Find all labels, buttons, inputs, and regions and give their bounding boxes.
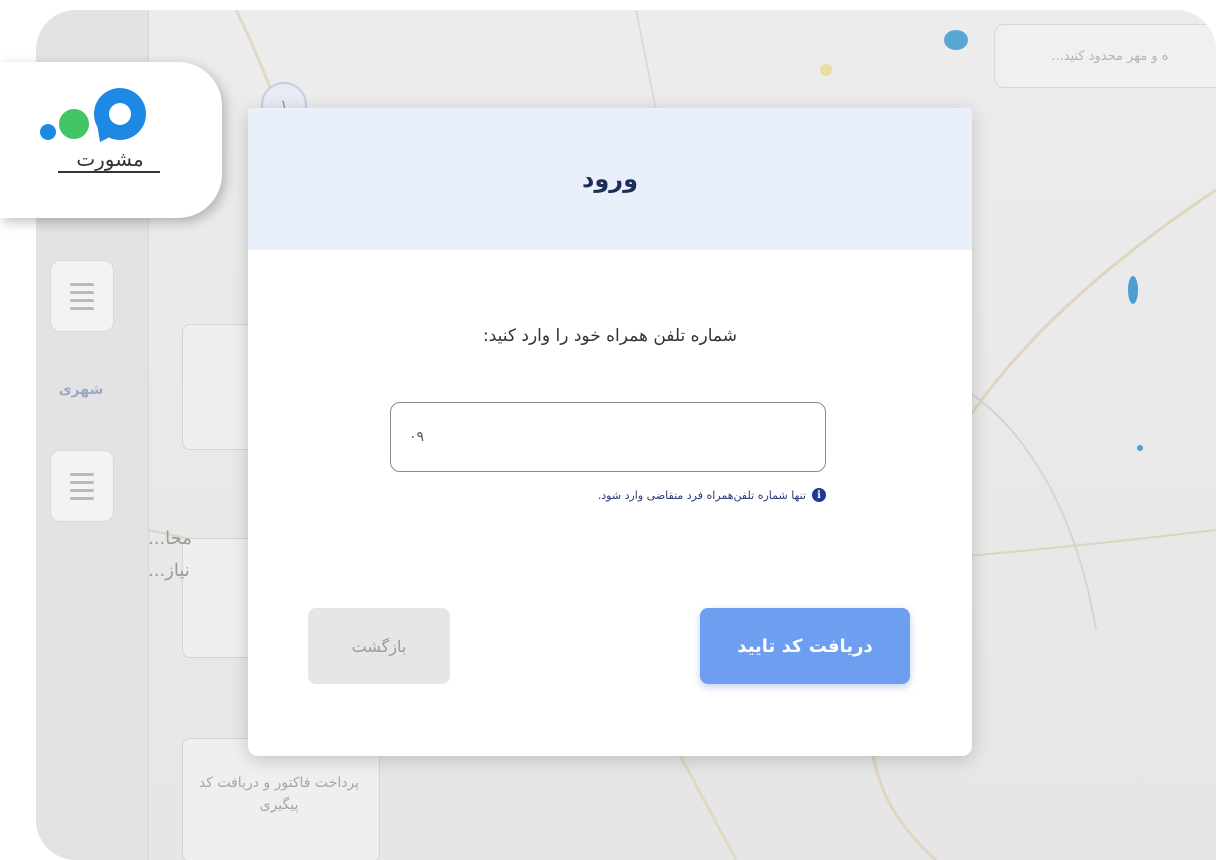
phone-prompt: شماره تلفن همراه خود را وارد کنید: (482, 326, 737, 346)
modal-header: ورود (248, 108, 972, 250)
menu-button-2[interactable] (50, 450, 114, 522)
get-verification-code-button[interactable]: دریافت کد تایید (700, 608, 910, 684)
phone-input[interactable] (390, 402, 826, 472)
background-side-text-2: ...نیاز (148, 560, 190, 581)
login-modal: ورود شماره تلفن همراه خود را وارد کنید: … (248, 108, 972, 756)
background-side-text-1: ...محا (148, 528, 192, 549)
brand-logo-badge: مشورت (0, 62, 222, 218)
menu-icon (70, 282, 94, 310)
info-icon: i (812, 488, 826, 502)
menu-icon (70, 472, 94, 500)
top-hint-pill: ...ه و مهر محدود کنید (994, 24, 1216, 88)
side-label: شهری (58, 382, 104, 398)
brand-text: مشورت (76, 147, 143, 171)
hint-text: تنها شماره تلفن‌همراه فرد متقاضی وارد شو… (597, 488, 806, 502)
menu-button-1[interactable] (50, 260, 114, 332)
brand-logo: مشورت (40, 88, 160, 173)
back-button[interactable]: بازگشت (308, 608, 450, 684)
phone-hint: تنها شماره تلفن‌همراه فرد متقاضی وارد شو… (390, 488, 826, 502)
modal-title: ورود (582, 165, 638, 193)
background-card-text: پرداخت فاکتور و دریافت کد پیگیری (198, 775, 360, 813)
